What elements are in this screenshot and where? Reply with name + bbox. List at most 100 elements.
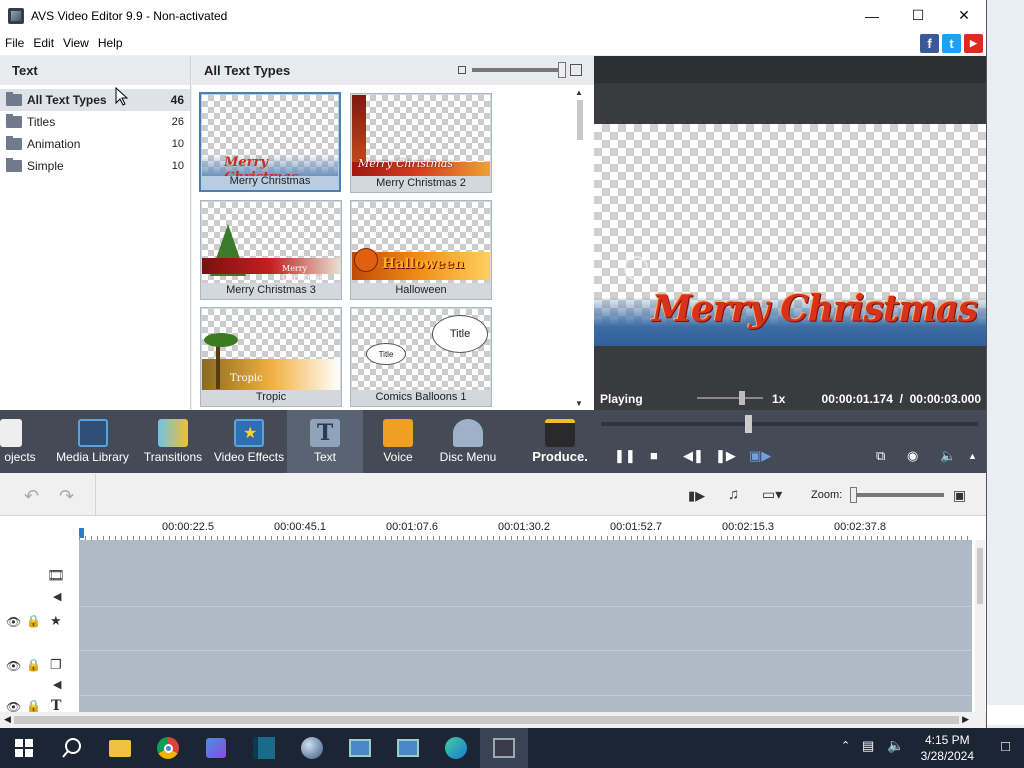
pause-icon[interactable]: ❚❚: [614, 448, 636, 464]
thumb-merry-christmas-3[interactable]: Merry Christmas Merry Christmas 3: [200, 200, 342, 300]
thumb-halloween[interactable]: Halloween Halloween: [350, 200, 492, 300]
split-icon[interactable]: ▮▶: [688, 488, 705, 504]
overlay-audio-icon: ◀: [53, 679, 62, 691]
fullscreen-icon[interactable]: ⧉: [876, 448, 885, 464]
media-library-tool[interactable]: Media Library: [55, 410, 130, 473]
stop-icon[interactable]: ■: [650, 448, 658, 463]
thumb-merry-christmas[interactable]: Merry Christmas Merry Christmas: [199, 92, 341, 192]
close-button[interactable]: ✕: [941, 0, 986, 31]
small-size-icon: [458, 66, 466, 74]
thumb-comics-balloons-1[interactable]: Title Title Comics Balloons 1: [350, 307, 492, 407]
scroll-down-icon[interactable]: ▼: [575, 399, 583, 408]
timeline-ruler[interactable]: 00:00:22.5 00:00:45.1 00:01:07.6 00:01:3…: [0, 516, 986, 540]
chrome-icon: [157, 737, 179, 759]
speed-slider-handle[interactable]: [739, 391, 745, 405]
play-selection-icon[interactable]: ▣▶: [749, 448, 771, 464]
snowflake-icon: [624, 256, 648, 280]
seek-bar[interactable]: [601, 415, 978, 433]
preview-screen[interactable]: Merry Christmas: [594, 124, 986, 346]
voice-tool[interactable]: Voice: [373, 410, 423, 473]
audio-mixer-icon[interactable]: ♫: [728, 486, 739, 503]
minimize-button[interactable]: —: [849, 0, 895, 31]
large-size-icon: [570, 64, 582, 76]
volume-dropdown-icon[interactable]: ▲: [968, 451, 977, 461]
ruler-tick: 00:00:45.1: [274, 521, 326, 533]
lock-icon[interactable]: 🔒: [26, 658, 41, 672]
taskbar-avs-video-editor[interactable]: [480, 728, 528, 768]
menu-edit[interactable]: Edit: [29, 36, 58, 50]
start-button[interactable]: [0, 728, 48, 768]
thumb-caption: Comics Balloons 1: [375, 391, 467, 403]
thumb-overlay-text: Merry Christmas: [358, 157, 453, 170]
clock[interactable]: 4:15 PM 3/28/2024: [921, 732, 974, 764]
lock-icon[interactable]: 🔒: [26, 699, 41, 713]
twitter-icon[interactable]: t: [942, 34, 961, 53]
tree-item-titles[interactable]: Titles 26: [0, 111, 190, 133]
tree-item-all-text-types[interactable]: All Text Types 46: [0, 89, 190, 111]
produce-tool[interactable]: Produce.: [530, 410, 590, 473]
projects-tool[interactable]: ojects: [0, 410, 40, 473]
maximize-button[interactable]: ☐: [895, 0, 941, 31]
folder-icon: [6, 92, 22, 106]
previous-frame-icon[interactable]: ◀❚: [683, 448, 704, 464]
taskbar-chrome[interactable]: [144, 728, 192, 768]
menu-help[interactable]: Help: [94, 36, 127, 50]
slider-handle[interactable]: [558, 62, 566, 78]
thumb-tropic[interactable]: Tropic Tropic: [200, 307, 342, 407]
tree-item-count: 46: [170, 93, 184, 107]
fit-to-window-icon[interactable]: ▣: [953, 487, 966, 504]
transitions-tool[interactable]: Transitions: [141, 410, 205, 473]
taskbar-file-explorer[interactable]: [96, 728, 144, 768]
lock-icon[interactable]: 🔒: [26, 614, 41, 628]
menu-file[interactable]: File: [1, 36, 28, 50]
thumbnail-size-slider[interactable]: [458, 62, 582, 78]
timeline-hscroll[interactable]: ◀ ▶: [0, 712, 986, 728]
thumbnails-scrollbar[interactable]: ▲ ▼: [574, 86, 586, 410]
volume-muted-icon[interactable]: 🔈: [887, 737, 904, 754]
volume-icon[interactable]: 🔈: [940, 448, 956, 464]
taskbar-edge[interactable]: [432, 728, 480, 768]
visibility-eye-icon[interactable]: 👁: [6, 615, 21, 629]
scroll-thumb[interactable]: [577, 100, 583, 140]
scroll-left-icon[interactable]: ◀: [4, 714, 11, 725]
tree-item-simple[interactable]: Simple 10: [0, 155, 190, 177]
mouse-cursor-icon: [115, 87, 129, 106]
view-mode-icon[interactable]: ▭▾: [762, 486, 782, 503]
snapshot-icon[interactable]: ◉: [907, 448, 918, 464]
taskbar-app-2[interactable]: [240, 728, 288, 768]
scroll-up-icon[interactable]: ▲: [575, 88, 583, 97]
facebook-icon[interactable]: f: [920, 34, 939, 53]
undo-icon[interactable]: ↶: [24, 486, 39, 507]
seek-handle[interactable]: [745, 415, 752, 433]
youtube-icon[interactable]: ▶: [964, 34, 983, 53]
zoom-slider-handle[interactable]: [850, 487, 857, 503]
timeline-vscroll[interactable]: [975, 540, 985, 712]
redo-icon[interactable]: ↷: [59, 486, 74, 507]
ruler-tick: 00:01:52.7: [610, 521, 662, 533]
show-hidden-icons[interactable]: ⌃: [841, 739, 850, 752]
search-button[interactable]: [48, 728, 96, 768]
menu-view[interactable]: View: [59, 36, 93, 50]
tree-item-count: 10: [171, 138, 184, 150]
speed-slider[interactable]: [697, 391, 763, 405]
notifications-icon[interactable]: □: [1001, 738, 1010, 755]
next-frame-icon[interactable]: ❚▶: [715, 448, 736, 464]
thumb-merry-christmas-2[interactable]: Merry Christmas Merry Christmas 2: [350, 93, 492, 193]
disc-icon: [453, 419, 483, 447]
disc-menu-tool[interactable]: Disc Menu: [438, 410, 498, 473]
tree-item-animation[interactable]: Animation 10: [0, 133, 190, 155]
text-tool[interactable]: T Text: [287, 410, 363, 473]
taskbar-app-5[interactable]: [384, 728, 432, 768]
network-status-icon[interactable]: ▤: [862, 738, 874, 754]
timeline-tracks-area[interactable]: [79, 540, 972, 712]
zoom-slider[interactable]: [850, 487, 944, 503]
tree-item-label: Animation: [27, 137, 81, 151]
network-icon: [349, 739, 371, 757]
visibility-eye-icon[interactable]: 👁: [6, 659, 21, 673]
taskbar-app-4[interactable]: [336, 728, 384, 768]
video-effects-tool[interactable]: ★ Video Effects: [213, 410, 285, 473]
taskbar-app-1[interactable]: [192, 728, 240, 768]
taskbar-app-3[interactable]: [288, 728, 336, 768]
scroll-right-icon[interactable]: ▶: [962, 714, 969, 725]
hscroll-thumb[interactable]: [14, 716, 959, 724]
